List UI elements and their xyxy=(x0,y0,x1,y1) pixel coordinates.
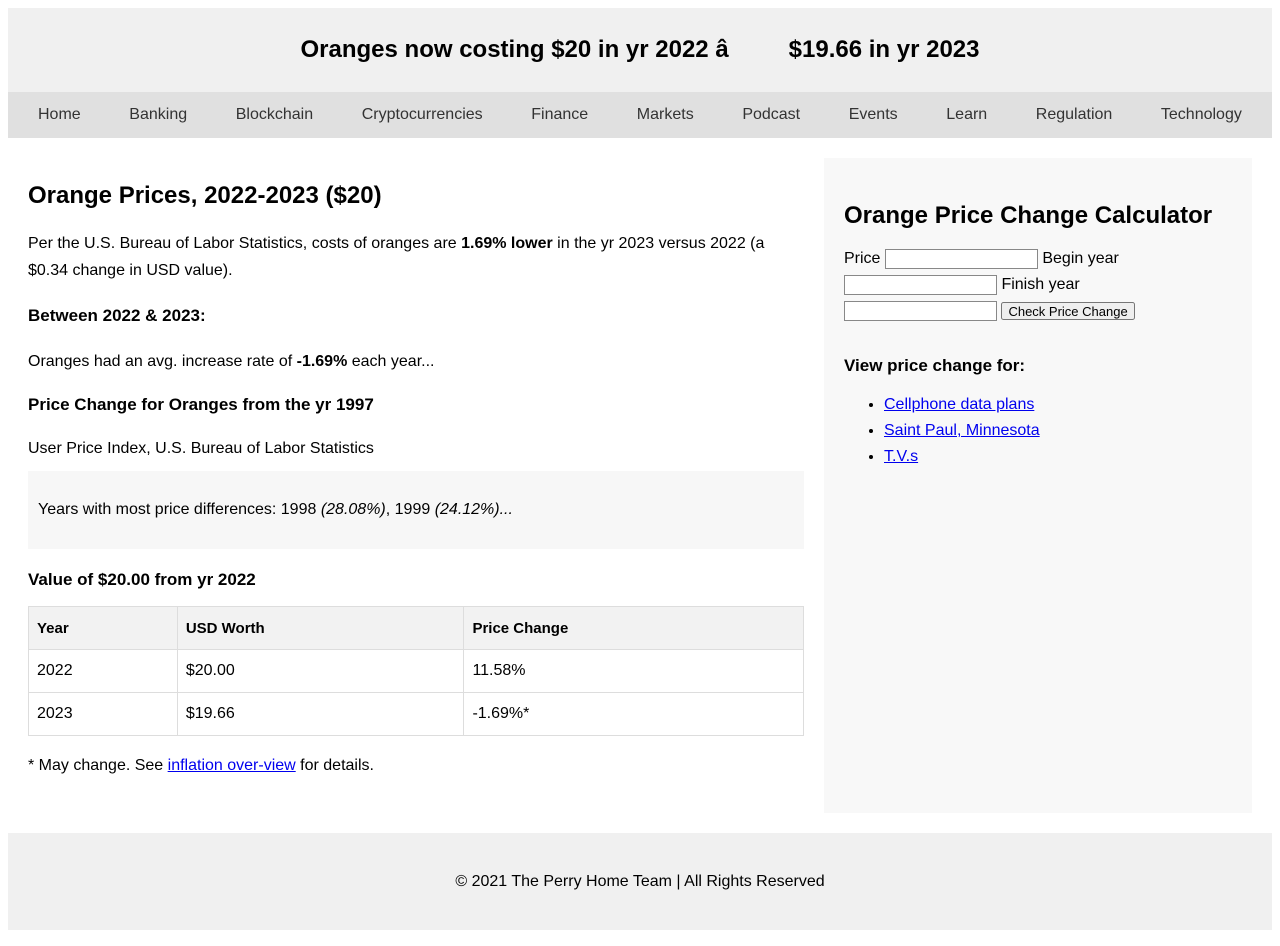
intro-text: Per the U.S. Bureau of Labor Statistics,… xyxy=(28,235,462,252)
top-nav: Home Banking Blockchain Cryptocurrencies… xyxy=(8,92,1272,138)
finish-year-label: Finish year xyxy=(1001,276,1080,293)
price-label: Price xyxy=(844,250,881,267)
begin-year-input[interactable] xyxy=(844,274,997,295)
article: Orange Prices, 2022-2023 ($20) Per the U… xyxy=(28,158,804,813)
table-header: Price Change xyxy=(463,606,804,650)
list-item: Saint Paul, Minnesota xyxy=(884,418,1232,444)
table-cell: $19.66 xyxy=(176,692,465,736)
inflation-overview-link[interactable]: inflation over-view xyxy=(168,757,296,774)
highlight-mid: , 1999 xyxy=(385,501,435,518)
table-cell: 2022 xyxy=(28,649,178,693)
table-cell: $20.00 xyxy=(176,649,465,693)
footnote-post: for details. xyxy=(295,757,374,774)
table-cell: -1.69%* xyxy=(463,692,804,736)
nav-item-finance[interactable]: Finance xyxy=(531,106,588,124)
cellphone-plans-link[interactable]: Cellphone data plans xyxy=(884,396,1034,413)
between-heading: Between 2022 & 2023: xyxy=(28,306,206,325)
highlight-text: Years with most price differences: 1998 … xyxy=(38,501,513,519)
value-heading: Value of $20.00 from yr 2022 xyxy=(28,570,256,589)
price-input[interactable] xyxy=(884,248,1038,269)
table-row: 2023 $19.66 -1.69%* xyxy=(28,692,804,736)
nav-item-regulation[interactable]: Regulation xyxy=(1036,106,1113,124)
article-heading: Orange Prices, 2022-2023 ($20) xyxy=(28,182,382,209)
table-header: USD Worth xyxy=(176,606,465,650)
nav-item-banking[interactable]: Banking xyxy=(129,106,187,124)
list-item: T.V.s xyxy=(884,444,1232,470)
nav-item-technology[interactable]: Technology xyxy=(1161,106,1242,124)
table-cell: 11.58% xyxy=(463,649,804,693)
table-row: 2022 $20.00 11.58% xyxy=(28,649,804,693)
calculator-heading: Orange Price Change Calculator xyxy=(844,202,1213,229)
source-text: User Price Index, U.S. Bureau of Labor S… xyxy=(28,440,374,457)
calculator-sidebar: Orange Price Change Calculator Price Beg… xyxy=(824,158,1252,813)
page: Oranges now costing $20 in yr 2022 â $19… xyxy=(8,8,1272,930)
nav-item-markets[interactable]: Markets xyxy=(637,106,694,124)
nav-item-cryptocurrencies[interactable]: Cryptocurrencies xyxy=(362,106,483,124)
finish-year-input[interactable] xyxy=(844,300,997,321)
nav-item-events[interactable]: Events xyxy=(849,106,898,124)
nav-item-home[interactable]: Home xyxy=(38,106,81,124)
banner-title: Oranges now costing $20 in yr 2022 â $19… xyxy=(300,36,980,63)
intro-bold: 1.69% lower xyxy=(461,235,553,252)
avg-bold: -1.69% xyxy=(296,353,348,370)
highlight-pre: Years with most price differences: 1998 xyxy=(38,501,321,518)
content: Orange Prices, 2022-2023 ($20) Per the U… xyxy=(8,138,1272,813)
calculator-form: Price Begin year Finish year Check Price… xyxy=(844,246,1232,324)
footer: © 2021 The Perry Home Team | All Rights … xyxy=(8,833,1272,930)
begin-year-label: Begin year xyxy=(1042,250,1119,267)
avg-paragraph: Oranges had an avg. increase rate of -1.… xyxy=(28,348,804,375)
intro-paragraph: Per the U.S. Bureau of Labor Statistics,… xyxy=(28,230,804,284)
table-header-row: Year USD Worth Price Change xyxy=(28,606,804,650)
nav-item-podcast[interactable]: Podcast xyxy=(742,106,800,124)
view-change-heading: View price change for: xyxy=(844,356,1026,375)
related-links: Cellphone data plans Saint Paul, Minneso… xyxy=(844,392,1232,470)
avg-text: Oranges had an avg. increase rate of xyxy=(28,353,297,370)
tvs-link[interactable]: T.V.s xyxy=(884,448,918,465)
avg-text-end: each year... xyxy=(347,353,435,370)
highlight-em-1998: (28.08%) xyxy=(320,501,386,518)
highlight-box: Years with most price differences: 1998 … xyxy=(28,471,804,549)
check-price-change-button[interactable]: Check Price Change xyxy=(1001,301,1135,320)
footer-text: © 2021 The Perry Home Team | All Rights … xyxy=(455,872,825,890)
table-header: Year xyxy=(28,606,178,650)
table-cell: 2023 xyxy=(28,692,178,736)
footnote-pre: * May change. See xyxy=(28,757,168,774)
highlight-em-1999: (24.12%)... xyxy=(434,501,513,518)
list-item: Cellphone data plans xyxy=(884,392,1232,418)
since-heading: Price Change for Oranges from the yr 199… xyxy=(28,395,374,414)
worth-table: Year USD Worth Price Change 2022 $20.00 … xyxy=(28,606,804,736)
nav-item-blockchain[interactable]: Blockchain xyxy=(236,106,313,124)
nav-item-learn[interactable]: Learn xyxy=(946,106,987,124)
footnote: * May change. See inflation over-view fo… xyxy=(28,752,804,779)
saint-paul-link[interactable]: Saint Paul, Minnesota xyxy=(884,422,1040,439)
banner: Oranges now costing $20 in yr 2022 â $19… xyxy=(8,8,1272,92)
